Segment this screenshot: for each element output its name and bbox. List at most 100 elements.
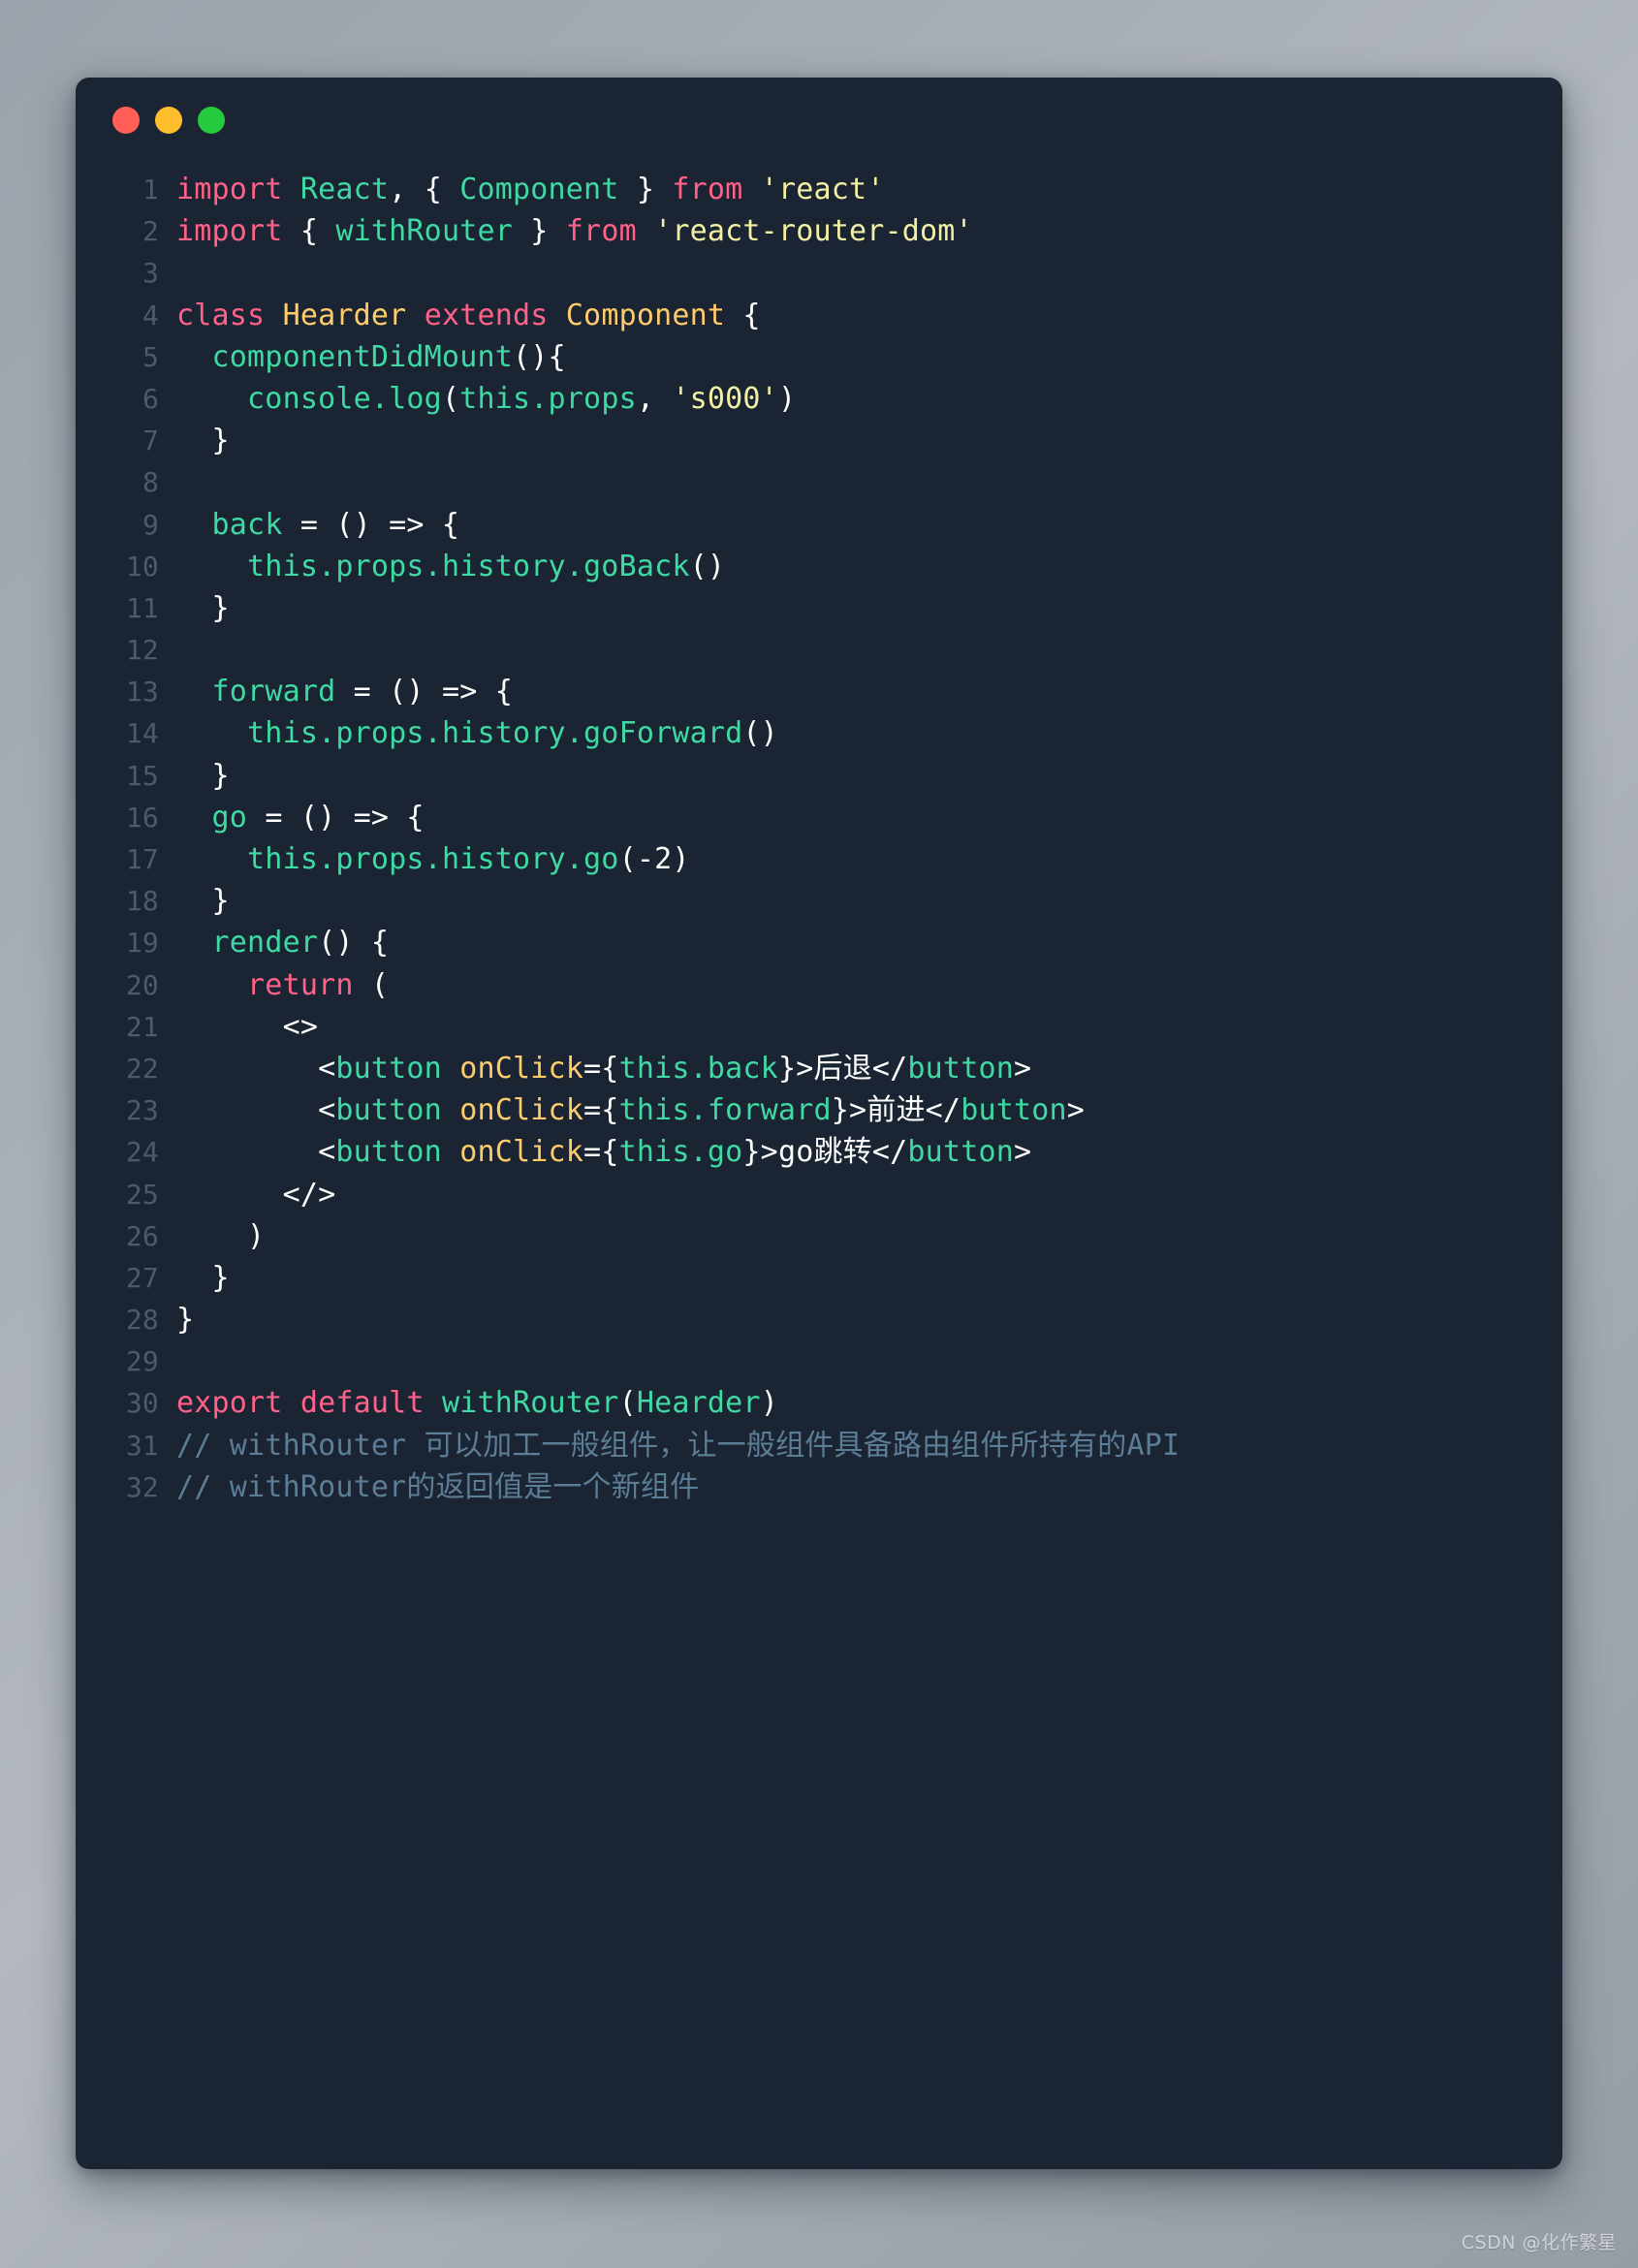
code-token: this xyxy=(247,842,319,876)
code-line[interactable]: 21 <> xyxy=(76,1006,1562,1048)
code-line[interactable]: 20 return ( xyxy=(76,964,1562,1006)
code-line[interactable]: 31 // withRouter 可以加工一般组件，让一般组件具备路由组件所持有的… xyxy=(76,1425,1562,1466)
line-number: 13 xyxy=(125,676,159,709)
line-number: 32 xyxy=(125,1470,159,1503)
line-number: 27 xyxy=(125,1261,159,1294)
code-line[interactable]: 6 console.log(this.props, 's000') xyxy=(76,378,1562,420)
code-token: . xyxy=(689,1093,708,1128)
code-line[interactable]: 8 xyxy=(76,461,1562,503)
code-token: this xyxy=(459,381,531,416)
line-number: 8 xyxy=(142,466,159,499)
code-line[interactable]: 17 this.props.history.go(-2) xyxy=(76,838,1562,880)
code-line[interactable]: 19 render() { xyxy=(76,922,1562,963)
line-number: 24 xyxy=(125,1136,159,1169)
code-token: 的返回值是一个新组件 xyxy=(406,1469,700,1504)
code-line-text: <> xyxy=(176,1006,1562,1048)
code-line[interactable]: 3 xyxy=(76,252,1562,294)
window-titlebar xyxy=(76,78,1562,153)
code-token: . xyxy=(424,549,442,583)
code-line[interactable]: 15 } xyxy=(76,755,1562,797)
code-token: 'react-router-dom' xyxy=(654,214,973,249)
code-content[interactable]: 1 import React, { Component } from 'react… xyxy=(76,153,1562,1547)
code-token: React xyxy=(299,173,390,206)
code-token: </ xyxy=(925,1093,961,1128)
code-token: . xyxy=(318,842,336,876)
code-line[interactable]: 11 } xyxy=(76,587,1562,629)
code-token: (-2) xyxy=(618,842,690,876)
code-line[interactable]: 5 componentDidMount(){ xyxy=(76,336,1562,378)
code-line[interactable]: 1 import React, { Component } from 'react… xyxy=(76,169,1562,210)
code-line[interactable]: 27 } xyxy=(76,1257,1562,1299)
code-token: extends xyxy=(424,298,549,332)
code-token: props xyxy=(335,549,425,583)
line-number: 6 xyxy=(142,382,159,415)
code-token: Component xyxy=(459,173,619,206)
code-line[interactable]: 24 <button onClick={this.go}>go跳转</butto… xyxy=(76,1131,1562,1173)
code-token: export xyxy=(176,1386,283,1421)
code-token: onClick xyxy=(459,1093,584,1128)
code-line[interactable]: 23 <button onClick={this.forward}>前进</bu… xyxy=(76,1089,1562,1131)
code-token: go xyxy=(707,1135,743,1170)
code-token: render xyxy=(211,926,319,961)
code-line[interactable]: 14 this.props.history.goForward() xyxy=(76,712,1562,754)
code-token: log xyxy=(389,381,442,416)
code-token: withRouter xyxy=(335,214,513,249)
code-token: { xyxy=(424,173,460,206)
code-token: goBack xyxy=(583,549,690,583)
code-editor-window: 1 import React, { Component } from 'react… xyxy=(76,78,1562,2169)
code-token: . xyxy=(530,381,549,416)
code-token: }> xyxy=(777,1051,814,1086)
code-line[interactable]: 4 class Hearder extends Component { xyxy=(76,295,1562,336)
code-token: ) xyxy=(777,381,797,416)
maximize-window-icon[interactable] xyxy=(198,107,225,134)
line-number: 31 xyxy=(125,1429,159,1462)
close-window-icon[interactable] xyxy=(112,107,140,134)
code-token: = () => { xyxy=(282,507,460,542)
minimize-window-icon[interactable] xyxy=(155,107,182,134)
code-token: 's000' xyxy=(672,381,778,416)
code-line[interactable]: 25 </> xyxy=(76,1174,1562,1215)
code-line[interactable]: 26 ) xyxy=(76,1215,1562,1257)
code-line-text: } xyxy=(176,1299,1562,1340)
code-line[interactable]: 10 this.props.history.goBack() xyxy=(76,546,1562,587)
code-line[interactable]: 16 go = () => { xyxy=(76,797,1562,838)
code-token: </ xyxy=(871,1135,908,1170)
code-line[interactable]: 30 export default withRouter(Hearder) xyxy=(76,1382,1562,1424)
line-number: 26 xyxy=(125,1219,159,1252)
code-token: this xyxy=(247,549,319,583)
code-line[interactable]: 29 xyxy=(76,1340,1562,1382)
code-token: ={ xyxy=(583,1135,619,1170)
code-token: // withRouter xyxy=(176,1469,407,1504)
code-token: import xyxy=(176,173,283,206)
code-token: Hearder xyxy=(282,298,407,332)
code-line[interactable]: 28} xyxy=(76,1299,1562,1340)
code-line[interactable]: 7 } xyxy=(76,420,1562,461)
code-line[interactable]: 18 } xyxy=(76,880,1562,922)
code-line[interactable]: 22 <button onClick={this.back}>后退</butto… xyxy=(76,1048,1562,1089)
code-line[interactable]: 2 import { withRouter } from 'react-route… xyxy=(76,210,1562,252)
code-token: } xyxy=(513,214,566,249)
code-token: } xyxy=(176,590,230,625)
code-token: } xyxy=(176,1260,230,1295)
code-line[interactable]: 9 back = () => { xyxy=(76,504,1562,546)
code-token: button xyxy=(335,1093,442,1128)
code-token: go xyxy=(777,1135,814,1170)
code-line[interactable]: 32 // withRouter的返回值是一个新组件 xyxy=(76,1466,1562,1508)
code-token: this xyxy=(247,716,319,751)
code-token: ) xyxy=(176,1218,266,1253)
code-line[interactable]: 12 xyxy=(76,629,1562,671)
code-line[interactable]: 13 forward = () => { xyxy=(76,671,1562,712)
code-line-text: this.props.history.goForward() xyxy=(176,712,1562,754)
code-token: history xyxy=(441,716,566,751)
code-line-text: class Hearder extends Component { xyxy=(176,295,1562,336)
code-token: ) xyxy=(760,1386,778,1421)
code-token: go xyxy=(211,800,248,835)
code-token: this xyxy=(618,1093,690,1128)
code-line-text: render() { xyxy=(176,922,1562,963)
